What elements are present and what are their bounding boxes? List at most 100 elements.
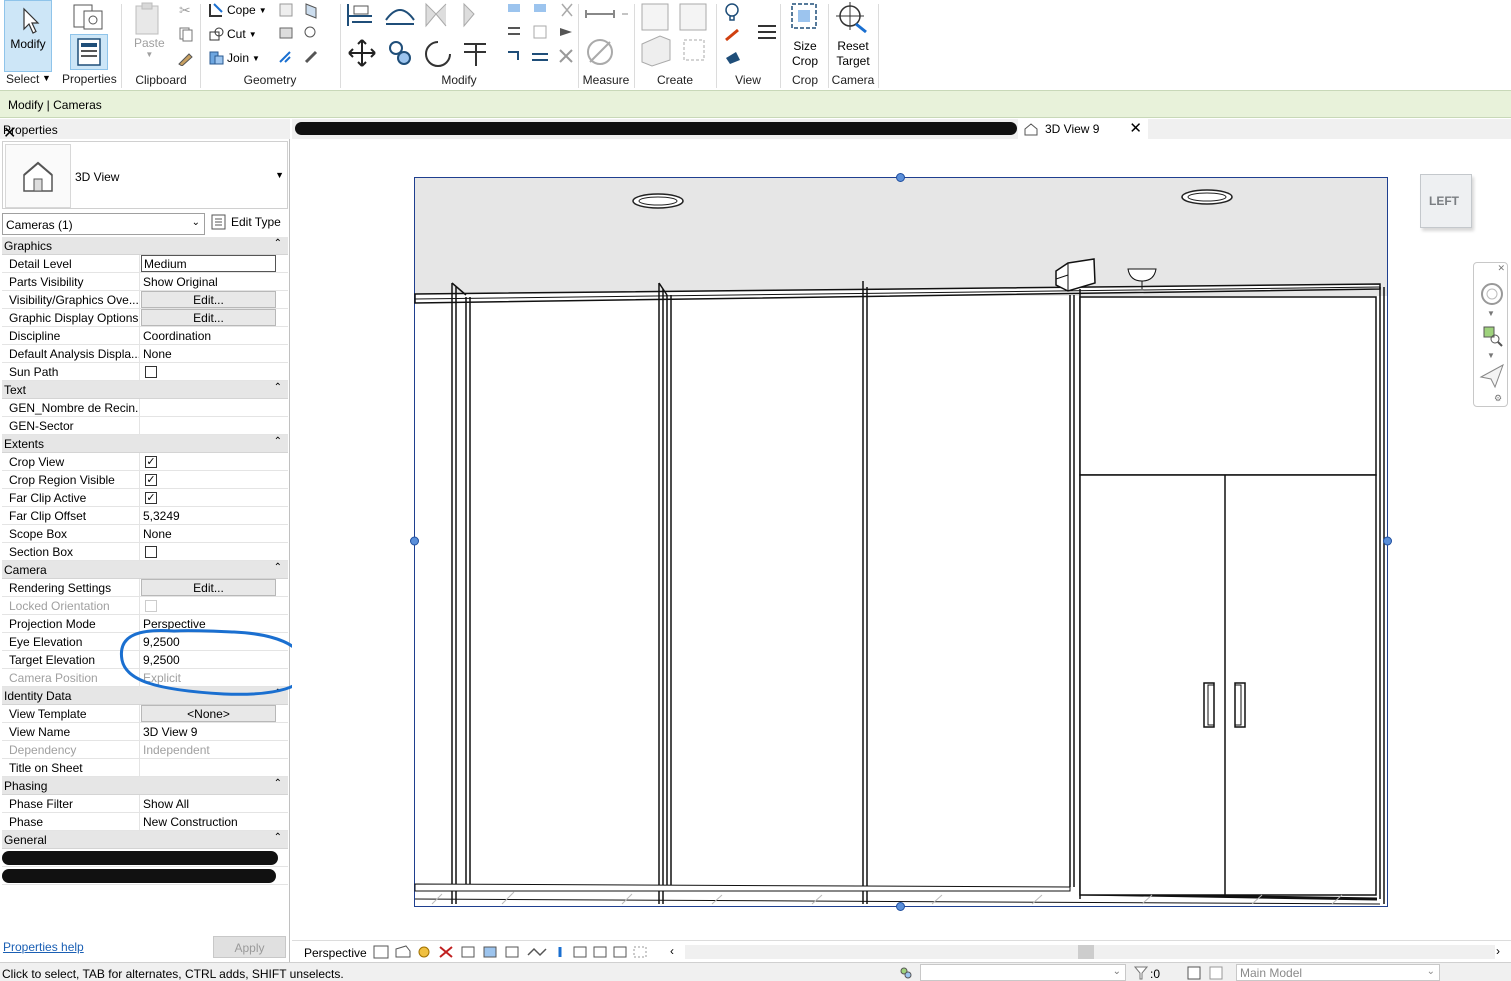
drawing-canvas[interactable]: LEFT ✕ ▼ ▼ ⚙ [292, 139, 1511, 940]
filter-icon[interactable] [1134, 966, 1148, 980]
select-chevron-icon: ▼ [42, 73, 51, 83]
phase-filter-value[interactable]: Show All [141, 795, 276, 812]
phase-value[interactable]: New Construction [141, 813, 276, 830]
prop-row: Parts Visibility Show Original [2, 273, 288, 291]
settings-icon[interactable]: ⚙ [1494, 393, 1502, 404]
worksharing-icon[interactable] [898, 965, 914, 981]
cut-geometry-icon [209, 27, 224, 41]
type-properties-icon[interactable] [70, 1, 106, 33]
apply-button[interactable]: Apply [213, 936, 286, 958]
default-analysis-value[interactable]: None [141, 345, 276, 362]
active-model-dropdown[interactable]: Main Model ⌄ [1236, 964, 1440, 981]
navigation-bar[interactable]: ✕ ▼ ▼ ⚙ [1473, 262, 1508, 407]
graphic-display-edit-button[interactable]: Edit... [141, 309, 276, 326]
house-icon [5, 144, 71, 208]
status-bar: Click to select, TAB for alternates, CTR… [0, 962, 1511, 981]
close-icon[interactable]: ✕ [1497, 263, 1505, 274]
group-phasing[interactable]: Phasing ⌃ [2, 777, 288, 795]
viewcube[interactable]: LEFT [1420, 174, 1472, 228]
workset-dropdown[interactable]: ⌄ [920, 964, 1126, 981]
join-icon [209, 51, 224, 65]
design-options-icon[interactable] [1186, 965, 1226, 981]
crop-region-visible-checkbox[interactable]: ✓ [145, 474, 157, 486]
chevron-down-icon: ⌄ [1426, 966, 1435, 977]
cut-geometry-button[interactable]: Cut ▼ [208, 26, 257, 42]
match-type-icon[interactable] [177, 50, 195, 66]
view-tools-icons[interactable] [718, 0, 780, 70]
scrollbar-thumb[interactable] [1078, 945, 1094, 959]
edit-type-button[interactable]: Edit Type [211, 214, 281, 230]
parts-visibility-value[interactable]: Show Original [141, 273, 276, 290]
select-dropdown[interactable]: Select [6, 72, 39, 86]
crop-view-checkbox[interactable]: ✓ [145, 456, 157, 468]
view-control-icons[interactable] [372, 943, 672, 961]
prop-row: Far Clip Active ✓ [2, 489, 288, 507]
select-label: Select [6, 72, 40, 86]
sun-path-checkbox[interactable] [145, 366, 157, 378]
prop-row: Visibility/Graphics Ove... Edit... [2, 291, 288, 309]
cope-button[interactable]: Cope ▼ [208, 2, 267, 18]
scroll-right-icon[interactable]: › [1496, 944, 1500, 958]
rendering-settings-edit-button[interactable]: Edit... [141, 579, 276, 596]
chevron-down-icon[interactable]: ▼ [1487, 351, 1495, 360]
modify-button[interactable]: Modify [4, 0, 52, 72]
geometry-panel-label: Geometry [243, 73, 297, 87]
vg-edit-button[interactable]: Edit... [141, 291, 276, 308]
measure-icons[interactable] [580, 0, 634, 70]
horizontal-scrollbar[interactable] [685, 945, 1495, 959]
paste-button[interactable]: Paste ▼ [134, 36, 165, 59]
view-name-value[interactable]: 3D View 9 [141, 723, 276, 740]
prop-row: Discipline Coordination [2, 327, 288, 345]
create-icons[interactable] [636, 0, 718, 70]
join-button[interactable]: Join ▼ [208, 50, 260, 66]
far-clip-offset-value[interactable]: 5,3249 [141, 507, 276, 524]
look-icon[interactable] [1477, 361, 1507, 389]
group-graphics[interactable]: Graphics ⌃ [2, 237, 288, 255]
copy-icon[interactable] [178, 26, 194, 42]
group-extents[interactable]: Extents ⌃ [2, 435, 288, 453]
scroll-left-icon[interactable]: ‹ [670, 944, 674, 958]
gen-sector-value[interactable] [141, 417, 276, 434]
group-text[interactable]: Text ⌃ [2, 381, 288, 399]
collapse-icon: ⌃ [273, 778, 282, 789]
panel-separator [878, 4, 879, 88]
3d-view-icon [1024, 123, 1038, 136]
properties-ribbon-button[interactable] [70, 34, 108, 70]
title-on-sheet-value[interactable] [141, 759, 276, 776]
panel-separator [780, 4, 781, 88]
close-icon[interactable]: ✕ [3, 123, 285, 143]
collapse-icon: ⌃ [273, 562, 282, 573]
detail-level-input[interactable]: Medium [141, 255, 276, 272]
ribbon: Modify Select ▼ Properties Paste ▼ ✂ Cli… [0, 0, 1511, 90]
prop-row: Section Box [2, 543, 288, 561]
far-clip-active-checkbox[interactable]: ✓ [145, 492, 157, 504]
redaction-mark [2, 869, 276, 883]
zoom-icon[interactable] [1477, 323, 1507, 349]
size-crop-button[interactable]: Size Crop [784, 0, 826, 72]
group-camera[interactable]: Camera ⌃ [2, 561, 288, 579]
scope-box-value[interactable]: None [141, 525, 276, 542]
projection-mode-label[interactable]: Perspective [304, 946, 367, 960]
gen-nombre-value[interactable] [141, 399, 276, 416]
discipline-value[interactable]: Coordination [141, 327, 276, 344]
type-name: 3D View [75, 170, 120, 184]
chevron-down-icon[interactable]: ▼ [1487, 309, 1495, 318]
reset-target-button[interactable]: Reset Target [830, 0, 876, 72]
close-icon[interactable]: ✕ [1129, 119, 1142, 137]
annotation-circle [119, 628, 308, 696]
modify-tools-icons[interactable] [342, 0, 578, 70]
geometry-tools-icon[interactable] [276, 0, 332, 70]
group-general[interactable]: General ⌃ [2, 831, 288, 849]
camera-panel-label: Camera [831, 73, 875, 87]
instance-filter-dropdown[interactable]: Cameras (1) ⌄ [2, 213, 205, 235]
view-template-button[interactable]: <None> [141, 705, 276, 722]
properties-help-link[interactable]: Properties help [3, 940, 84, 954]
section-box-checkbox[interactable] [145, 546, 157, 558]
cut-scissors-icon[interactable]: ✂ [179, 2, 191, 19]
prop-row: Scope Box None [2, 525, 288, 543]
create-panel-label: Create [656, 73, 694, 87]
properties-footer: Properties help Apply [0, 932, 290, 962]
type-selector[interactable]: 3D View ▼ [2, 141, 288, 209]
steering-wheel-icon[interactable] [1477, 279, 1507, 309]
view-tab-3d[interactable]: 3D View 9 ✕ [1018, 119, 1148, 139]
